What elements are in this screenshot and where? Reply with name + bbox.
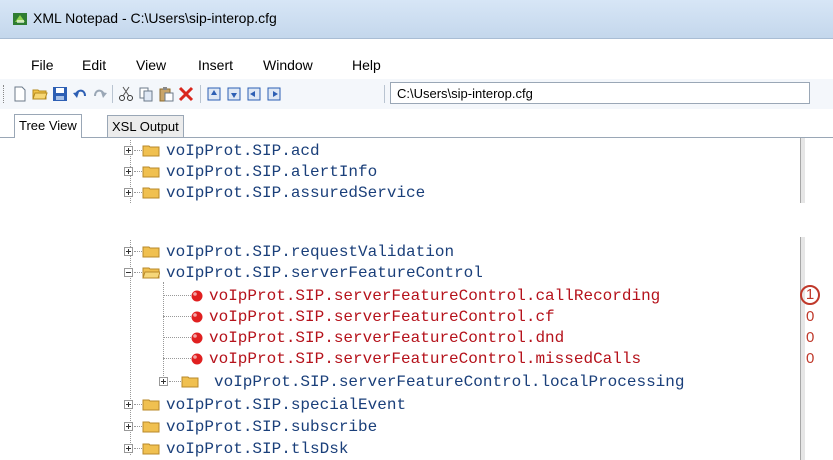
tree-node-label: voIpProt.SIP.serverFeatureControl.cf bbox=[209, 308, 555, 326]
expand-button[interactable] bbox=[159, 377, 168, 386]
screenshot-gap bbox=[0, 203, 833, 237]
undo-icon[interactable] bbox=[72, 86, 88, 102]
tree-node-label: voIpProt.SIP.alertInfo bbox=[166, 163, 378, 181]
tree-node-label: voIpProt.SIP.requestValidation bbox=[166, 243, 455, 261]
nudge-right-icon[interactable] bbox=[266, 86, 282, 102]
menu-file[interactable]: File bbox=[31, 57, 54, 73]
tree-leaf-attribute[interactable]: voIpProt.SIP.serverFeatureControl.missed… bbox=[157, 349, 797, 369]
folder-icon bbox=[142, 187, 160, 199]
menu-insert[interactable]: Insert bbox=[198, 57, 233, 73]
toolbar-separator bbox=[384, 85, 385, 103]
delete-icon[interactable] bbox=[178, 86, 194, 102]
node-value[interactable]: 0 bbox=[806, 307, 814, 327]
tree-node[interactable]: voIpProt.SIP.assuredService bbox=[124, 183, 804, 203]
tree-node-label: voIpProt.SIP.tlsDsk bbox=[166, 440, 349, 458]
attribute-dot-icon bbox=[191, 290, 203, 302]
toolbar-grip[interactable] bbox=[3, 85, 6, 103]
tree-node[interactable]: voIpProt.SIP.subscribe bbox=[124, 417, 804, 437]
tab-tree-view[interactable]: Tree View bbox=[14, 114, 82, 138]
paste-icon[interactable] bbox=[158, 86, 174, 102]
menu-window[interactable]: Window bbox=[263, 57, 313, 73]
title-bar: XML Notepad - C:\Users\sip-interop.cfg bbox=[0, 0, 833, 39]
tree-node[interactable]: voIpProt.SIP.requestValidation bbox=[124, 242, 804, 262]
tree-node-expanded[interactable]: voIpProt.SIP.serverFeatureControl bbox=[124, 263, 804, 283]
folder-icon bbox=[142, 246, 160, 258]
nudge-up-icon[interactable] bbox=[206, 86, 222, 102]
tree-node[interactable]: voIpProt.SIP.specialEvent bbox=[124, 395, 804, 415]
tree-node[interactable]: voIpProt.SIP.serverFeatureControl.localP… bbox=[157, 372, 802, 392]
tree-node[interactable]: voIpProt.SIP.acd bbox=[124, 141, 804, 161]
tree-node[interactable]: voIpProt.SIP.alertInfo bbox=[124, 162, 804, 182]
menu-view[interactable]: View bbox=[136, 57, 166, 73]
save-icon[interactable] bbox=[52, 86, 68, 102]
new-file-icon[interactable] bbox=[12, 86, 28, 102]
toolbar-separator bbox=[200, 85, 201, 103]
file-path-field[interactable]: C:\Users\sip-interop.cfg bbox=[390, 82, 810, 104]
toolbar-separator bbox=[112, 85, 113, 103]
tree-node-label: voIpProt.SIP.assuredService bbox=[166, 184, 426, 202]
open-folder-icon[interactable] bbox=[32, 86, 48, 102]
attribute-dot-icon bbox=[191, 332, 203, 344]
xml-notepad-window: XML Notepad - C:\Users\sip-interop.cfg F… bbox=[0, 0, 833, 460]
node-value[interactable]: 0 bbox=[806, 328, 814, 348]
tree-node-label: voIpProt.SIP.acd bbox=[166, 142, 320, 160]
tree-leaf-attribute[interactable]: voIpProt.SIP.serverFeatureControl.cf bbox=[157, 307, 797, 327]
node-value-highlighted[interactable]: 1 bbox=[800, 285, 820, 305]
attribute-dot-icon bbox=[191, 311, 203, 323]
view-tabs: Tree View XSL Output bbox=[0, 113, 833, 138]
menu-bar: File Edit View Insert Window Help bbox=[0, 52, 833, 78]
folder-icon bbox=[142, 166, 160, 178]
tree-node-label: voIpProt.SIP.serverFeatureControl.callRe… bbox=[209, 287, 661, 305]
tree-node-label: voIpProt.SIP.subscribe bbox=[166, 418, 378, 436]
menu-help[interactable]: Help bbox=[352, 57, 381, 73]
expand-button[interactable] bbox=[124, 444, 133, 453]
menu-edit[interactable]: Edit bbox=[82, 57, 106, 73]
tree-node[interactable]: voIpProt.SIP.tlsDsk bbox=[124, 439, 804, 459]
folder-icon bbox=[142, 421, 160, 433]
tree-node-label: voIpProt.SIP.serverFeatureControl bbox=[166, 264, 483, 282]
tree-node-label: voIpProt.SIP.serverFeatureControl.dnd bbox=[209, 329, 565, 347]
expand-button[interactable] bbox=[124, 146, 133, 155]
expand-button[interactable] bbox=[124, 167, 133, 176]
copy-icon[interactable] bbox=[138, 86, 154, 102]
node-value[interactable]: 0 bbox=[806, 349, 814, 369]
cut-icon[interactable] bbox=[118, 86, 134, 102]
expand-button[interactable] bbox=[124, 422, 133, 431]
folder-icon bbox=[181, 376, 199, 388]
nudge-left-icon[interactable] bbox=[246, 86, 262, 102]
open-folder-icon bbox=[142, 267, 160, 279]
expand-button[interactable] bbox=[124, 188, 133, 197]
attribute-dot-icon bbox=[191, 353, 203, 365]
expand-button[interactable] bbox=[124, 400, 133, 409]
folder-icon bbox=[142, 145, 160, 157]
tab-xsl-output[interactable]: XSL Output bbox=[107, 115, 184, 137]
redo-icon[interactable] bbox=[92, 86, 108, 102]
tree-node-label: voIpProt.SIP.specialEvent bbox=[166, 396, 407, 414]
collapse-button[interactable] bbox=[124, 268, 133, 277]
tree-node-label: voIpProt.SIP.serverFeatureControl.localP… bbox=[214, 373, 685, 391]
folder-icon bbox=[142, 443, 160, 455]
xml-notepad-app-icon bbox=[13, 13, 27, 25]
tree-leaf-attribute[interactable]: voIpProt.SIP.serverFeatureControl.callRe… bbox=[157, 286, 797, 306]
expand-button[interactable] bbox=[124, 247, 133, 256]
tree-node-label: voIpProt.SIP.serverFeatureControl.missed… bbox=[209, 350, 642, 368]
nudge-down-icon[interactable] bbox=[226, 86, 242, 102]
folder-icon bbox=[142, 399, 160, 411]
tree-leaf-attribute[interactable]: voIpProt.SIP.serverFeatureControl.dnd bbox=[157, 328, 797, 348]
window-title: XML Notepad - C:\Users\sip-interop.cfg bbox=[33, 10, 277, 26]
